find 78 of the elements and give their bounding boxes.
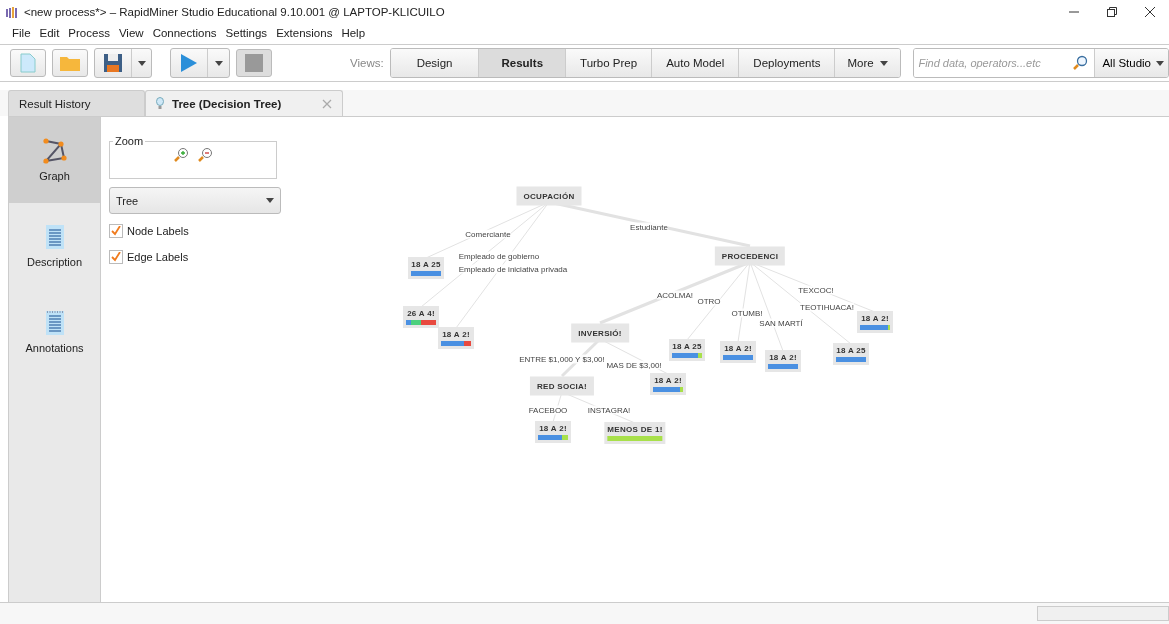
checkmark-icon <box>111 226 121 236</box>
file-icon <box>20 53 36 73</box>
decision-node[interactable]: INVERSIÓ! <box>571 323 629 343</box>
view-tab[interactable]: Design <box>390 49 479 77</box>
leaf-node[interactable]: 26 A 4! <box>403 306 439 328</box>
view-tab[interactable]: More <box>834 49 900 77</box>
decision-node[interactable]: RED SOCIA! <box>529 376 595 396</box>
view-tab[interactable]: Auto Model <box>651 49 739 77</box>
app-logo-icon <box>6 5 18 19</box>
result-tab[interactable]: Result History <box>8 90 145 116</box>
search-icon <box>1072 55 1089 71</box>
edge-label: ACOLMA! <box>657 290 693 300</box>
scope-dropdown[interactable]: All Studio <box>1094 49 1168 77</box>
leaf-node[interactable]: 18 A 2! <box>857 311 893 333</box>
edge-label: Estudiante <box>630 222 668 232</box>
leaf-node[interactable]: 18 A 2! <box>438 327 474 349</box>
result-tab[interactable]: Tree (Decision Tree) <box>145 90 343 116</box>
views-label: Views: <box>350 57 384 69</box>
view-tab[interactable]: Turbo Prep <box>565 49 652 77</box>
graph-icon <box>41 138 68 164</box>
menu-item[interactable]: Connections <box>152 27 217 39</box>
edge-label: MAS DE $3,00! <box>606 360 662 370</box>
window-title: <new process*> – RapidMiner Studio Educational 9.10.001 @ LAPTOP-KLICUILO <box>24 6 446 18</box>
decision-node[interactable]: OCUPACIÓN <box>516 186 582 206</box>
leaf-node[interactable]: 18 A 25 <box>669 339 705 361</box>
search-field[interactable]: Find data, operators...etc All Studio <box>913 48 1169 78</box>
side-nav-item[interactable]: Annotations <box>9 289 100 375</box>
stop-icon <box>245 54 263 72</box>
layout-dropdown[interactable]: Tree <box>109 187 281 214</box>
caret-icon <box>137 60 146 66</box>
lightbulb-icon <box>156 97 164 110</box>
side-nav-item[interactable]: Graph <box>9 117 100 203</box>
option-checkbox[interactable]: Edge Labels <box>109 248 291 266</box>
zoom-in-icon[interactable] <box>173 147 189 163</box>
checkmark-icon <box>111 252 121 262</box>
leaf-node[interactable]: 18 A 2! <box>535 421 571 443</box>
edge-label: OTRO <box>697 296 721 306</box>
view-tab[interactable]: Results <box>478 49 566 77</box>
menu-item[interactable]: Settings <box>225 27 268 39</box>
edge-label: TEXCOC! <box>798 285 834 295</box>
caret-icon <box>1156 60 1164 66</box>
decision-node[interactable]: PROCEDENCI <box>714 246 786 266</box>
close-icon[interactable] <box>1145 7 1155 17</box>
edge-label: ENTRE $1,000 Y $3,00! <box>519 354 605 364</box>
menu-item[interactable]: Edit <box>39 27 60 39</box>
caret-icon <box>879 60 888 66</box>
leaf-node[interactable]: 18 A 25 <box>833 343 869 365</box>
edge-label: Comerciante <box>465 229 511 239</box>
option-checkbox[interactable]: Node Labels <box>109 222 291 240</box>
document-icon <box>44 224 65 250</box>
zoom-title: Zoom <box>114 135 145 147</box>
edge-label: INSTAGRA! <box>587 405 631 415</box>
leaf-node[interactable]: 18 A 25 <box>408 257 444 279</box>
play-icon <box>180 53 198 73</box>
caret-icon <box>266 198 274 203</box>
folder-icon <box>59 54 81 72</box>
side-nav-item[interactable]: Description <box>9 203 100 289</box>
edge-label: SAN MARTÍ <box>759 318 803 328</box>
leaf-node[interactable]: 18 A 2! <box>650 373 686 395</box>
document-icon <box>44 310 65 336</box>
caret-icon <box>214 60 223 66</box>
leaf-node[interactable]: 18 A 2! <box>765 350 801 372</box>
menu-item[interactable]: Extensions <box>276 27 333 39</box>
edge-label: Empleado de iniciativa privada <box>458 264 568 274</box>
restore-icon[interactable] <box>1107 7 1117 17</box>
edge-label: TEOTIHUACA! <box>800 302 854 312</box>
zoom-out-icon[interactable] <box>197 147 213 163</box>
view-tab[interactable]: Deployments <box>738 49 835 77</box>
edge-label: FACEBOO <box>528 405 568 415</box>
menu-item[interactable]: View <box>118 27 144 39</box>
menu-item[interactable]: Help <box>341 27 366 39</box>
leaf-node[interactable]: 18 A 2! <box>720 341 756 363</box>
edge-label: OTUMB! <box>731 308 763 318</box>
edge-label: Empleado de gobierno <box>458 251 540 261</box>
leaf-node[interactable]: MENOS DE 1! <box>604 422 666 444</box>
menu-item[interactable]: File <box>12 27 31 39</box>
menu-item[interactable]: Process <box>68 27 110 39</box>
stop-button[interactable] <box>236 49 272 77</box>
